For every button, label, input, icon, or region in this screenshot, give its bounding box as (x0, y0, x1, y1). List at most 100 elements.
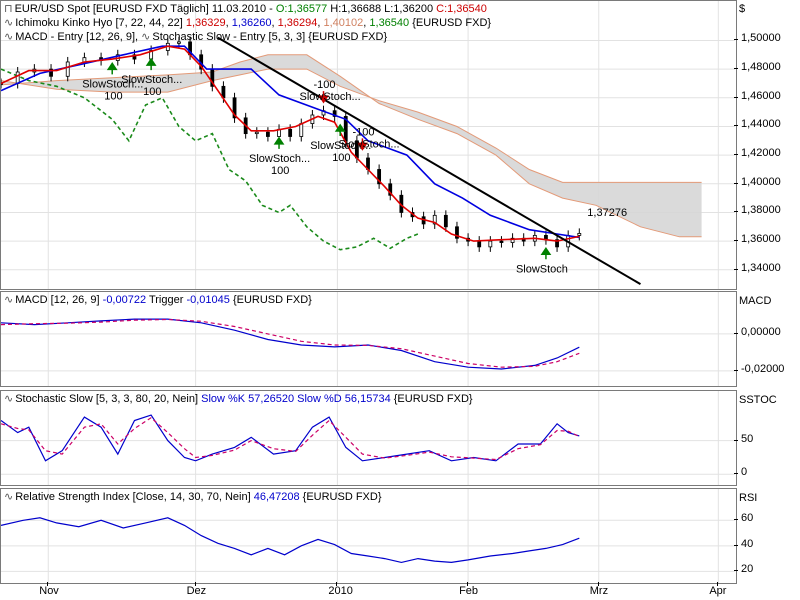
rsi-axis-title: RSI (739, 492, 758, 504)
y-tick-mark (734, 68, 738, 70)
tenkan-sen-line (1, 45, 580, 242)
y-tick-mark (734, 544, 738, 546)
last-value-label: 1,37276 (587, 207, 627, 219)
ichimoku-kijun-value: 1,36260 (231, 17, 272, 29)
candle-body (266, 131, 270, 137)
rsi-line (1, 517, 580, 564)
y-tick-label: 0 (741, 466, 748, 479)
signal-label: SlowStoch... (249, 153, 310, 165)
rsi-value: 46,47208 (253, 491, 300, 503)
stochastic-axis: SSTOC 50 0 (734, 390, 800, 486)
kijun-sen-line (1, 45, 580, 239)
y-tick-label: 1,34000 (741, 261, 781, 274)
stochastic-legend: ∿ Stochastic Slow [5, 3, 3, 80, 20, Nein]… (4, 393, 473, 406)
macd-legend: ∿ MACD [12, 26, 9] -0,00722 Trigger -0,01… (4, 294, 312, 307)
line-icon: ∿ (4, 294, 14, 306)
macd-symbol: {EURUSD FXD} (232, 294, 312, 306)
candle-body (65, 61, 70, 77)
y-tick-mark (734, 211, 738, 213)
line-icon: ∿ (141, 31, 151, 43)
signal-label: SlowStoch... (300, 91, 361, 103)
slow-d-line (1, 417, 580, 461)
ichimoku-span-a-value: 1,36294 (277, 17, 318, 29)
signal-value: -100 (352, 126, 374, 138)
buy-signal-arrow (273, 136, 285, 149)
ichimoku-legend: ∿ Ichimoku Kinko Hyo [7, 22, 44, 22] 1,36… (4, 17, 492, 29)
macd-pane[interactable]: ∿ MACD [12, 26, 9] -0,00722 Trigger -0,01… (0, 291, 737, 387)
stoch-entry-label: Stochastic Slow - Entry [5, 3, 3] {EURUS… (152, 31, 388, 43)
rsi-axis: RSI 60 40 20 (734, 488, 800, 584)
entry-legend: ∿ MACD - Entry [12, 26, 9], ∿ Stochastic S… (4, 31, 388, 43)
x-tick-mark (597, 582, 599, 586)
y-tick-label: 0,00000 (741, 325, 781, 338)
y-tick-label: 40 (741, 537, 754, 550)
candle-body (577, 232, 582, 236)
line-icon: ∿ (4, 17, 14, 29)
price-open: O:1,36577 (275, 3, 328, 15)
y-tick-mark (734, 369, 738, 371)
price-low: L:1,36200 (384, 3, 434, 15)
x-tick-label: Mrz (589, 585, 609, 597)
macd-axis: MACD 0,00000 -0,02000 (734, 291, 800, 387)
price-title: EUR/USD Spot [EURUSD FXD Täglich] 11.03.… (14, 3, 267, 15)
macd-entry-label: MACD - Entry [12, 26, 9] (15, 31, 136, 43)
y-tick-label: 1,44000 (741, 118, 781, 131)
macd-title: MACD [12, 26, 9] (15, 294, 100, 306)
macd-axis-title: MACD (739, 295, 772, 307)
x-tick-mark (47, 582, 49, 586)
candle-body (299, 123, 304, 137)
y-tick-mark (734, 473, 738, 475)
signal-label: SlowStoch... (121, 74, 182, 86)
y-tick-label: 1,38000 (741, 204, 781, 217)
price-header-legend: ⊓ EUR/USD Spot [EURUSD FXD Täglich] 11.03… (4, 3, 487, 15)
x-tick-label: 2010 (328, 585, 353, 597)
chart-icon: ⊓ (4, 3, 13, 15)
y-tick-mark (734, 154, 738, 156)
price-axis: $ 1,50000 1,48000 1,46000 1,44000 1,42000 1,4… (734, 0, 800, 290)
signal-value: 100 (332, 152, 350, 164)
stochastic-symbol: {EURUSD FXD} (393, 393, 473, 405)
signal-value: 100 (271, 165, 289, 177)
signal-value: -100 (314, 79, 336, 91)
ichimoku-tenkan-value: 1,36329 (185, 17, 226, 29)
x-tick-mark (717, 582, 719, 586)
y-tick-mark (734, 268, 738, 270)
y-tick-mark (734, 570, 738, 572)
y-tick-mark (734, 125, 738, 127)
ichimoku-symbol: {EURUSD FXD} (412, 17, 492, 29)
rsi-pane[interactable]: ∿ Relative Strength Index [Close, 14, 30,… (0, 488, 737, 584)
rsi-legend: ∿ Relative Strength Index [Close, 14, 30,… (4, 491, 382, 504)
signal-value: 100 (104, 90, 122, 102)
candle-body (254, 131, 259, 135)
candle-body (488, 240, 493, 248)
stochastic-k-value: Slow %K 57,26520 (201, 393, 295, 405)
y-tick-label: 1,50000 (741, 32, 781, 45)
y-tick-mark (734, 182, 738, 184)
buy-signal-arrow (106, 62, 118, 75)
candle-body (477, 240, 482, 248)
stochastic-pane[interactable]: ∿ Stochastic Slow [5, 3, 3, 80, 20, Nein]… (0, 390, 737, 486)
ichimoku-label: Ichimoku Kinko Hyo [7, 22, 44, 22] (15, 17, 183, 29)
trading-chart-window: SlowStoch... 100 SlowStoch... 100 SlowStoch.… (0, 0, 800, 600)
slow-k-line (1, 414, 580, 462)
y-tick-label: 1,46000 (741, 89, 781, 102)
y-tick-label: 60 (741, 512, 754, 525)
ichimoku-span-b-value: 1,40102 (323, 17, 364, 29)
ichimoku-chikou-value: 1,36540 (369, 17, 410, 29)
price-high: H:1,36688 (330, 3, 382, 15)
y-tick-label: 50 (741, 432, 754, 445)
y-tick-mark (734, 96, 738, 98)
price-axis-unit: $ (739, 3, 746, 15)
stochastic-d-value: Slow %D 56,15734 (297, 393, 391, 405)
price-pane[interactable]: SlowStoch... 100 SlowStoch... 100 SlowStoch.… (0, 0, 737, 290)
candle-body (15, 71, 20, 84)
buy-signal-arrow (540, 246, 552, 260)
y-tick-label: 1,40000 (741, 175, 781, 188)
y-tick-label: 20 (741, 563, 754, 576)
rsi-title: Relative Strength Index [Close, 14, 30, … (15, 491, 251, 503)
buy-signal-arrow (145, 57, 157, 71)
signal-label: SlowStoch (516, 263, 568, 275)
y-tick-label: 1,42000 (741, 147, 781, 160)
x-tick-label: Nov (39, 585, 59, 597)
y-tick-label: -0,02000 (741, 362, 785, 375)
